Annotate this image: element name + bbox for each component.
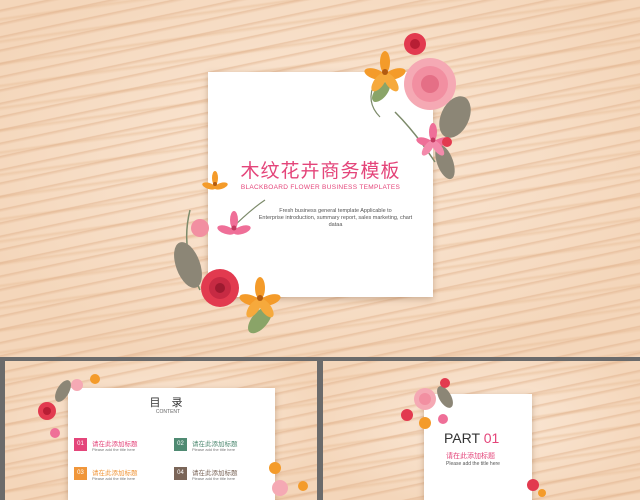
item-number: 02	[174, 438, 187, 451]
flower-decoration-toc-bottom	[269, 462, 308, 496]
item-sub: Please add the title here	[92, 476, 136, 481]
item-sub: Please add the title here	[192, 447, 236, 452]
item-number: 04	[174, 467, 187, 480]
part-sub: Please add the title here	[446, 461, 500, 467]
contents-title-en: CONTENT	[155, 409, 181, 415]
flower-decoration-part-bottom	[527, 479, 546, 497]
item-sub: Please add the title here	[92, 447, 136, 452]
item-sub: Please add the title here	[192, 476, 236, 481]
part-label: 请在此添加标题	[446, 453, 495, 460]
item-number: 03	[74, 467, 87, 480]
slide-thumbnail-contents[interactable]: 目 录 CONTENT 01 请在此添加标题 Please add the ti…	[5, 361, 317, 500]
contents-title: 目 录	[149, 397, 187, 409]
slide-thumbnail-part[interactable]: PART 01 请在此添加标题 Please add the title her…	[323, 361, 640, 500]
flower-decoration-toc	[38, 374, 100, 438]
part-number: 01	[483, 430, 500, 446]
contents-item: 04 请在此添加标题 Please add the title here	[174, 467, 254, 483]
flower-decoration-part	[401, 378, 453, 429]
flower-decoration-top-right	[364, 33, 471, 180]
contents-item: 03 请在此添加标题 Please add the title here	[74, 467, 154, 483]
contents-item: 02 请在此添加标题 Please add the title here	[174, 438, 254, 454]
slide-thumbnail-main[interactable]: 木纹花卉商务模板 BLACKBOARD FLOWER BUSINESS TEMP…	[0, 0, 640, 357]
flower-decoration-bottom-left	[174, 171, 281, 334]
